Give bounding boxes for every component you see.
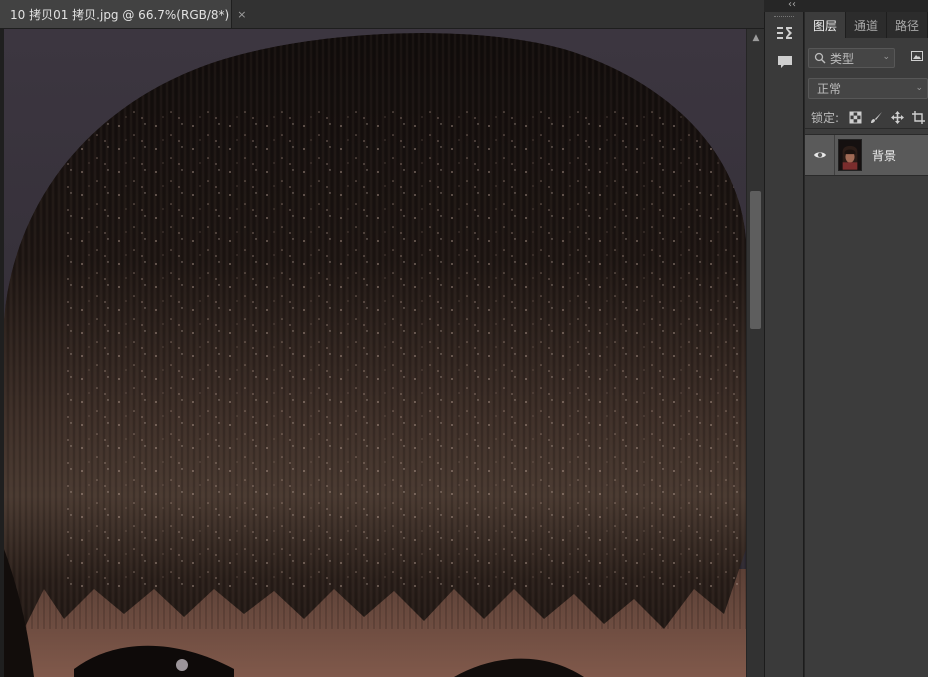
tab-layers[interactable]: 图层: [805, 12, 846, 38]
blend-mode-value: 正常: [817, 82, 842, 96]
layer-thumbnail: [838, 139, 862, 171]
image-filter-icon[interactable]: [911, 50, 923, 62]
layer-row-background[interactable]: 背景: [805, 134, 928, 176]
document-title: 10 拷贝01 拷贝.jpg @ 66.7%(RGB/8*): [10, 7, 230, 22]
eye-icon[interactable]: [813, 148, 827, 162]
close-tab-icon[interactable]: ×: [237, 8, 246, 21]
document-tab-bar: 10 拷贝01 拷贝.jpg @ 66.7%(RGB/8*) ×: [0, 0, 764, 29]
scroll-up-icon[interactable]: ▲: [750, 32, 762, 44]
lock-label: 锁定:: [811, 110, 840, 125]
tab-channels[interactable]: 通道: [846, 12, 887, 38]
panel-icon-strip: [764, 12, 804, 677]
photo-canvas: [4, 29, 746, 677]
layers-panel: 图层 通道 路径 类型 ⌄ 正常 ⌄ 锁定: 背景: [805, 12, 928, 677]
layer-filter-row: 类型 ⌄: [805, 48, 928, 70]
scrollbar-thumb[interactable]: [750, 191, 761, 329]
chevron-down-icon: ⌄: [882, 52, 890, 62]
filter-label: 类型: [830, 51, 855, 66]
layer-name: 背景: [872, 149, 897, 163]
panel-dock-header: ‹‹: [764, 0, 928, 12]
paragraph-icon[interactable]: [775, 24, 795, 44]
canvas-area[interactable]: [0, 29, 746, 677]
layer-divider: [834, 135, 835, 175]
lock-artboard-icon[interactable]: [912, 111, 925, 124]
lock-transparent-icon[interactable]: [849, 111, 862, 124]
chevron-down-icon: ⌄: [915, 83, 923, 93]
tab-paths[interactable]: 路径: [887, 12, 928, 38]
collapse-panels-icon[interactable]: ‹‹: [788, 0, 796, 10]
lock-move-icon[interactable]: [891, 111, 904, 124]
document-tab[interactable]: 10 拷贝01 拷贝.jpg @ 66.7%(RGB/8*) ×: [0, 0, 246, 28]
lock-paint-icon[interactable]: [870, 111, 883, 124]
comment-icon[interactable]: [775, 52, 795, 72]
search-icon: [814, 52, 826, 64]
blend-mode-select[interactable]: 正常 ⌄: [808, 78, 928, 99]
strip-grip[interactable]: [774, 16, 794, 19]
vertical-scrollbar[interactable]: ▲: [746, 29, 764, 677]
panel-tabs: 图层 通道 路径: [805, 12, 928, 38]
layer-kind-filter[interactable]: 类型 ⌄: [808, 48, 895, 68]
lock-row: 锁定:: [805, 106, 928, 129]
